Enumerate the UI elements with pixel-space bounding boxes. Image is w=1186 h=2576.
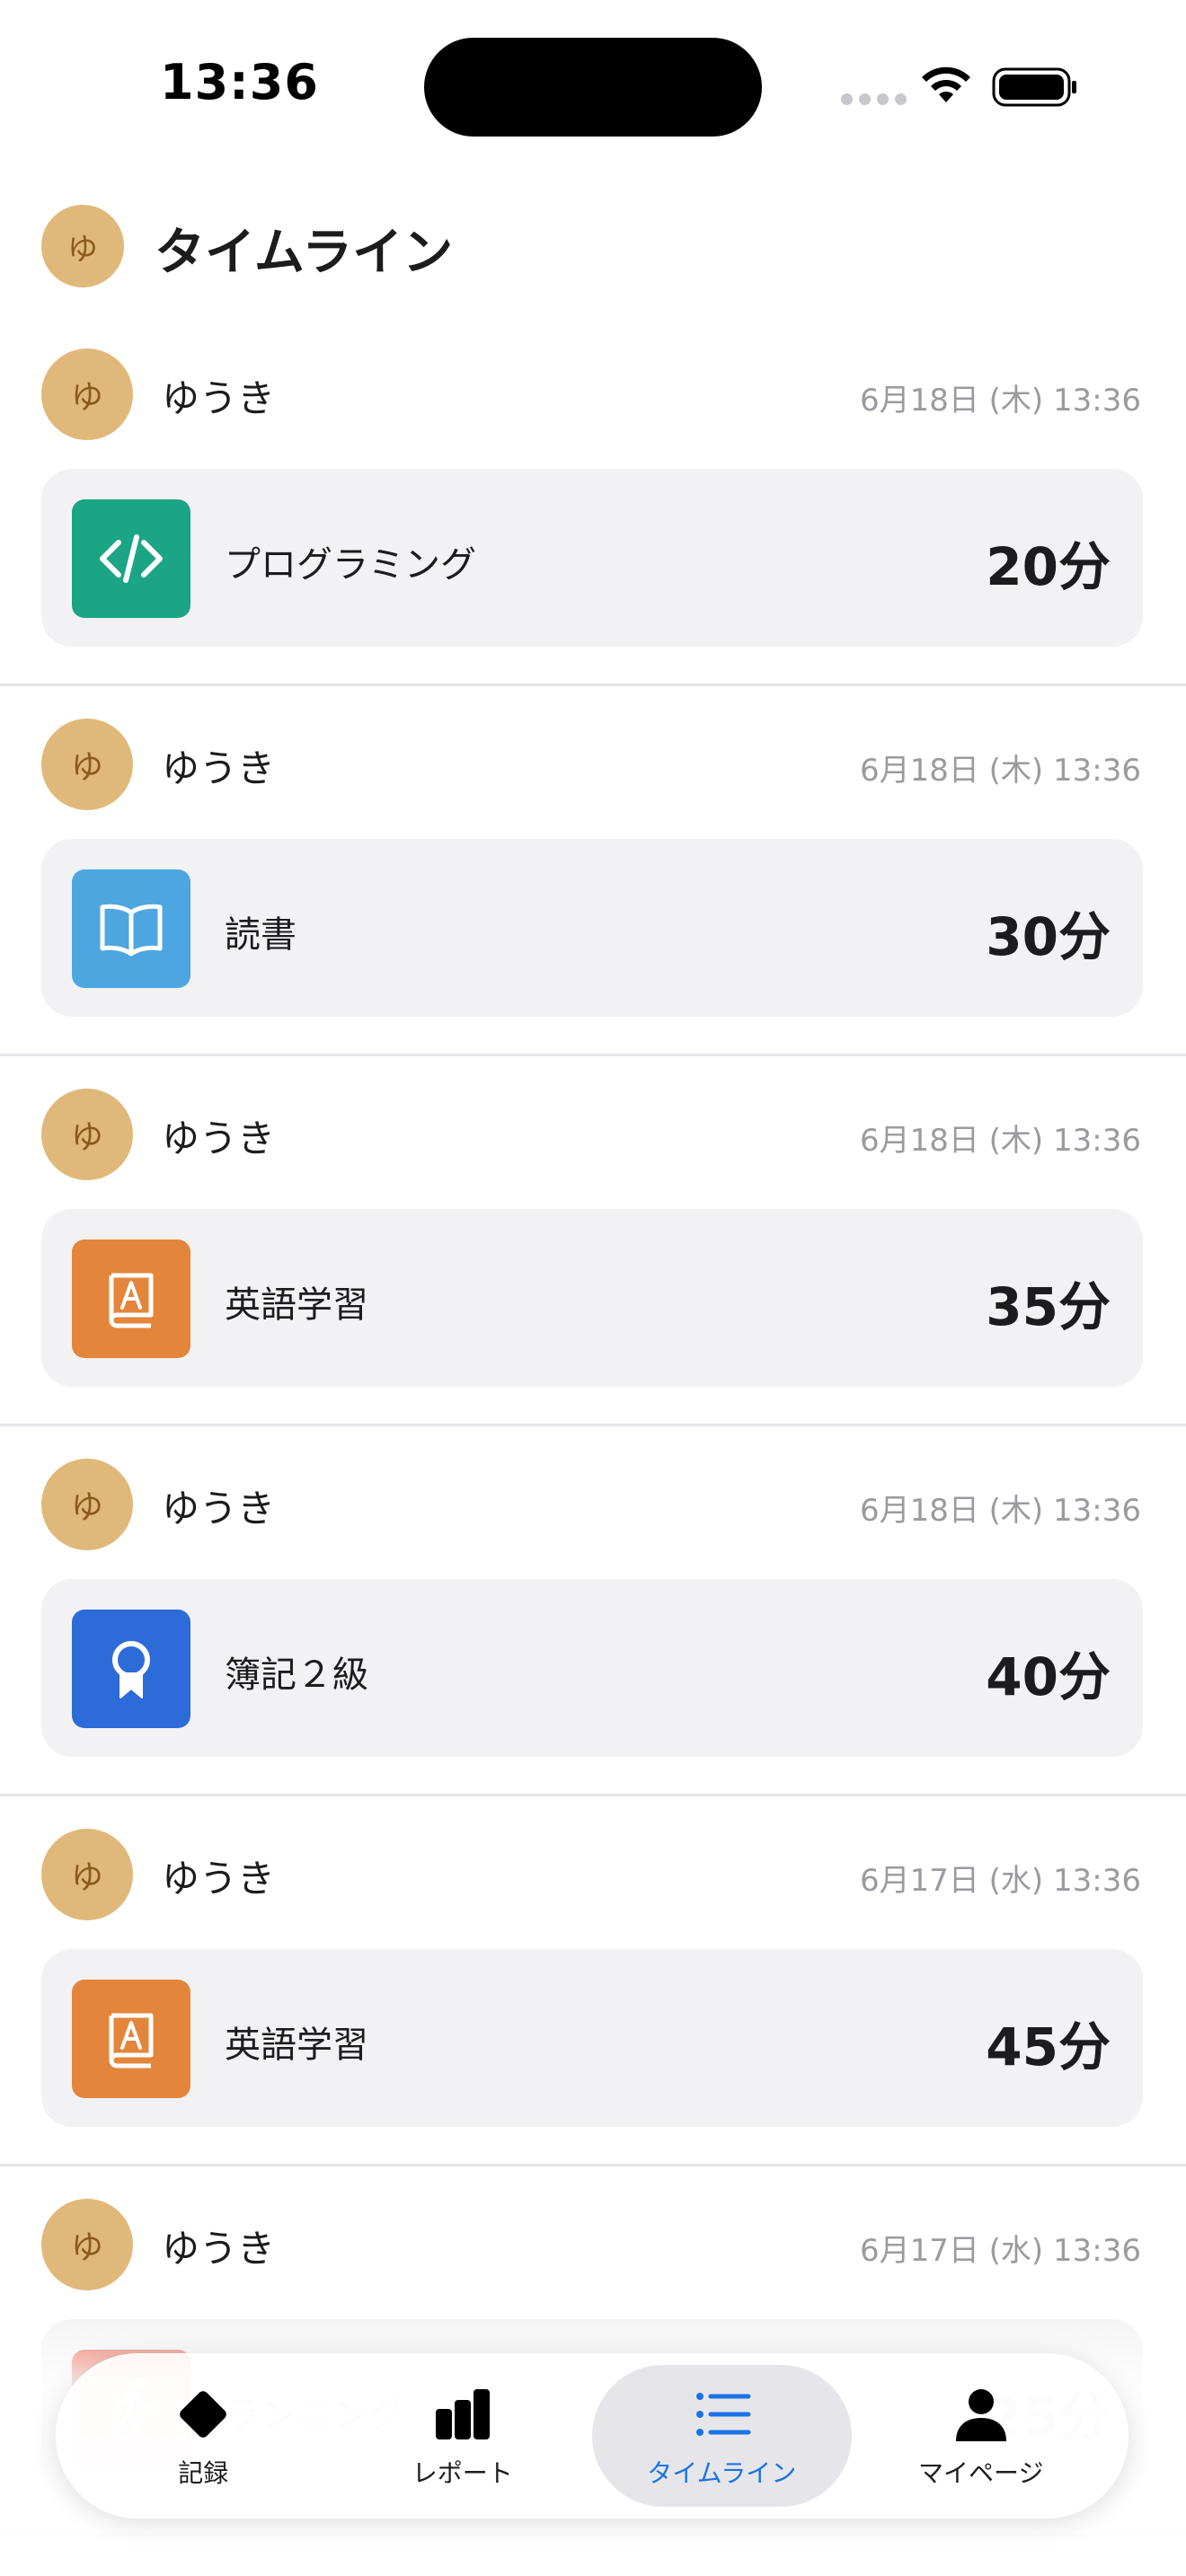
- timeline-post[interactable]: ゆ ゆうき 6月18日 (木) 13:36 読書 30分: [0, 686, 1186, 1056]
- activity-card[interactable]: 英語学習 35分: [41, 1209, 1143, 1387]
- page-title: タイムライン: [155, 224, 454, 282]
- diamond-icon: [171, 2382, 235, 2447]
- post-timestamp: 6月18日 (木) 13:36: [859, 1123, 1141, 1159]
- timeline-post[interactable]: ゆ ゆうき 6月17日 (水) 13:36 英語学習 45分: [0, 1796, 1186, 2166]
- timeline-post[interactable]: ゆ ゆうき 6月18日 (木) 13:36 プログラミング 20分: [0, 316, 1186, 686]
- timeline-feed: ゆ ゆうき 6月18日 (木) 13:36 プログラミング 20分 ゆ ゆうき …: [0, 316, 1186, 2536]
- activity-card[interactable]: 読書 30分: [41, 839, 1143, 1017]
- post-username: ゆうき: [162, 1116, 276, 1160]
- activity-name: 読書: [225, 914, 296, 956]
- tab-list[interactable]: タイムライン: [592, 2365, 852, 2507]
- post-username: ゆうき: [162, 376, 276, 420]
- activity-duration: 20分: [986, 536, 1111, 597]
- cellular-signal-icon: [841, 93, 907, 105]
- user-avatar[interactable]: ゆ: [41, 719, 133, 810]
- user-avatar[interactable]: ゆ: [41, 1829, 133, 1920]
- status-time: 13:36: [160, 54, 319, 110]
- post-timestamp: 6月17日 (水) 13:36: [859, 1863, 1141, 1899]
- tab-label: レポート: [412, 2458, 513, 2488]
- activity-card[interactable]: 簿記２級 40分: [41, 1579, 1143, 1757]
- book-open-icon: [72, 869, 190, 988]
- tab-bar: 記録 レポート タイムライン マイページ: [56, 2353, 1128, 2519]
- dynamic-island: [424, 38, 762, 137]
- activity-duration: 35分: [986, 1276, 1111, 1337]
- post-username: ゆうき: [162, 1486, 276, 1531]
- award-ribbon-icon: [72, 1610, 190, 1728]
- user-avatar[interactable]: ゆ: [41, 1459, 133, 1550]
- tab-label: タイムライン: [647, 2458, 797, 2488]
- activity-duration: 45分: [986, 2016, 1111, 2078]
- activity-name: プログラミング: [225, 544, 476, 586]
- post-username: ゆうき: [162, 2227, 276, 2271]
- post-timestamp: 6月17日 (水) 13:36: [859, 2233, 1141, 2269]
- activity-card[interactable]: 英語学習 45分: [41, 1949, 1143, 2127]
- activity-name: 簿記２級: [225, 1654, 368, 1696]
- timeline-post[interactable]: ゆ ゆうき 6月18日 (木) 13:36 簿記２級 40分: [0, 1426, 1186, 1796]
- person-icon: [949, 2382, 1013, 2447]
- post-timestamp: 6月18日 (木) 13:36: [859, 753, 1141, 789]
- battery-icon: [992, 67, 1076, 107]
- tab-person[interactable]: マイページ: [852, 2365, 1111, 2507]
- activity-duration: 40分: [986, 1646, 1111, 1707]
- user-avatar[interactable]: ゆ: [41, 2199, 133, 2290]
- dictionary-icon: [72, 1239, 190, 1358]
- activity-card[interactable]: プログラミング 20分: [41, 469, 1143, 647]
- post-username: ゆうき: [162, 746, 276, 790]
- list-icon: [689, 2382, 754, 2447]
- wifi-icon: [922, 66, 970, 102]
- post-timestamp: 6月18日 (木) 13:36: [859, 1493, 1141, 1529]
- tab-label: 記録: [178, 2458, 229, 2488]
- header: ゆ タイムライン: [0, 198, 1186, 296]
- dictionary-icon: [72, 1980, 190, 2098]
- tab-label: マイページ: [918, 2458, 1044, 2488]
- code-icon: [72, 499, 190, 618]
- user-avatar[interactable]: ゆ: [41, 1089, 133, 1180]
- post-timestamp: 6月18日 (木) 13:36: [859, 383, 1141, 419]
- user-avatar[interactable]: ゆ: [41, 348, 133, 440]
- activity-duration: 30分: [986, 906, 1111, 967]
- tab-diamond[interactable]: 記録: [74, 2365, 333, 2507]
- activity-name: 英語学習: [225, 2025, 368, 2066]
- status-bar: 13:36: [0, 0, 1186, 171]
- bar-chart-icon: [430, 2382, 495, 2447]
- post-username: ゆうき: [162, 1857, 276, 1901]
- header-avatar[interactable]: ゆ: [41, 205, 124, 287]
- timeline-post[interactable]: ゆ ゆうき 6月18日 (木) 13:36 英語学習 35分: [0, 1056, 1186, 1426]
- activity-name: 英語学習: [225, 1284, 368, 1326]
- tab-bar-chart[interactable]: レポート: [333, 2365, 593, 2507]
